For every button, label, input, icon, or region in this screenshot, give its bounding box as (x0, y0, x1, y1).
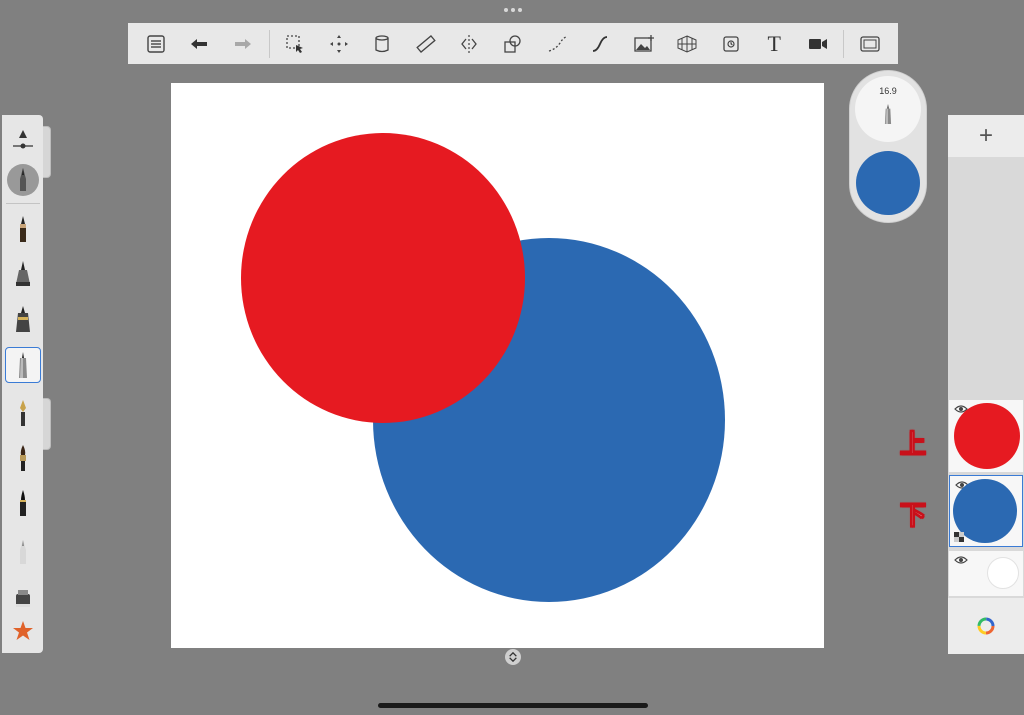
favorites-brush[interactable] (5, 613, 41, 649)
stroke-button[interactable] (535, 23, 579, 64)
transform-button[interactable] (317, 23, 361, 64)
steady-stroke-button[interactable] (578, 23, 622, 64)
lower-layer-annotation: 下 (899, 501, 927, 532)
time-lapse-button[interactable] (796, 23, 840, 64)
drawing-canvas[interactable] (171, 83, 824, 648)
airbrush-icon (19, 352, 27, 378)
star-icon (13, 621, 33, 640)
brush-panel-tab-top[interactable] (43, 126, 51, 178)
redo-button[interactable] (221, 23, 265, 64)
layer-blend-icon (954, 532, 964, 542)
add-layer-button[interactable]: + (948, 115, 1024, 157)
layer-upper[interactable] (949, 400, 1023, 472)
eraser-icon (20, 540, 26, 564)
grip-dot (518, 8, 522, 12)
undo-button[interactable] (178, 23, 222, 64)
brush-pen-icon (20, 490, 26, 516)
perspective-button[interactable] (665, 23, 709, 64)
airbrush-brush[interactable] (5, 347, 41, 383)
layer-thumbnail (987, 557, 1019, 589)
list-icon (147, 34, 165, 53)
technical-pen-icon (16, 306, 30, 332)
image-import-button[interactable] (622, 23, 666, 64)
chevron-up-down-icon (509, 652, 517, 662)
ruler-button[interactable] (404, 23, 448, 64)
grip-dot (511, 8, 515, 12)
layer-background[interactable] (949, 551, 1023, 596)
main-toolbar: T (128, 23, 898, 64)
paintbrush-icon (20, 445, 26, 471)
brush-size-slider[interactable] (5, 121, 41, 157)
paintbrush-brush[interactable] (5, 440, 41, 476)
redo-icon (234, 38, 251, 49)
smudge-brush[interactable] (5, 581, 41, 617)
flipbook-button[interactable] (709, 23, 753, 64)
color-puck[interactable] (856, 151, 920, 215)
home-indicator (378, 703, 648, 708)
red-circle-shape (241, 133, 525, 423)
symmetry-icon (461, 34, 478, 53)
brush-panel-tab-bottom[interactable] (43, 398, 51, 450)
pencil-brush[interactable] (5, 211, 41, 247)
toolbar-divider (843, 29, 845, 58)
ink-pen-icon (20, 400, 26, 426)
brush-puck[interactable]: 16.9 (849, 70, 927, 223)
undo-icon (191, 38, 208, 49)
fullscreen-button[interactable] (848, 23, 892, 64)
brush-divider (6, 203, 40, 204)
ruler-icon (416, 34, 436, 53)
selection-icon (286, 34, 304, 53)
layer-thumbnail (954, 403, 1020, 469)
shape-button[interactable] (491, 23, 535, 64)
perspective-icon (677, 34, 697, 53)
color-wheel-icon (977, 617, 995, 635)
symmetry-button[interactable] (448, 23, 492, 64)
pencil-icon (20, 216, 26, 242)
marker-brush[interactable] (5, 255, 41, 291)
flipbook-icon (723, 35, 739, 52)
eraser-brush[interactable] (5, 533, 41, 569)
top-grip-handle[interactable] (504, 7, 522, 13)
time-lapse-icon (808, 38, 827, 49)
technical-pen-brush[interactable] (5, 301, 41, 337)
airbrush-puck-icon (884, 104, 892, 124)
grip-dot (504, 8, 508, 12)
text-button[interactable]: T (752, 23, 796, 64)
layer-lower[interactable] (949, 475, 1023, 547)
image-import-icon (633, 34, 654, 52)
fill-button[interactable] (361, 23, 405, 64)
shape-icon (504, 34, 521, 53)
selection-button[interactable] (274, 23, 318, 64)
text-icon: T (767, 30, 781, 56)
stroke-icon (548, 35, 566, 52)
brush-opacity-preview[interactable] (5, 162, 41, 198)
color-wheel-button[interactable] (948, 598, 1024, 654)
size-slider-icon (13, 130, 33, 149)
toolbar-divider (268, 29, 270, 58)
canvas-toggle-button[interactable] (505, 649, 521, 665)
brush-pen-brush[interactable] (5, 485, 41, 521)
transform-icon (329, 34, 348, 53)
brush-palette (2, 115, 43, 653)
eye-icon[interactable] (954, 555, 968, 565)
menu-list-button[interactable] (134, 23, 178, 64)
steady-stroke-icon (592, 35, 608, 52)
smudge-icon (16, 590, 30, 607)
ink-pen-brush[interactable] (5, 395, 41, 431)
upper-layer-annotation: 上 (899, 430, 927, 461)
fullscreen-icon (860, 35, 880, 52)
fill-icon (375, 34, 390, 52)
brush-size-readout: 16.9 (879, 86, 897, 96)
brush-size-puck[interactable]: 16.9 (855, 76, 921, 142)
marker-icon (16, 261, 30, 286)
opacity-disc (7, 164, 39, 196)
layer-panel: + (948, 115, 1024, 654)
airbrush-mini-icon (20, 168, 26, 191)
